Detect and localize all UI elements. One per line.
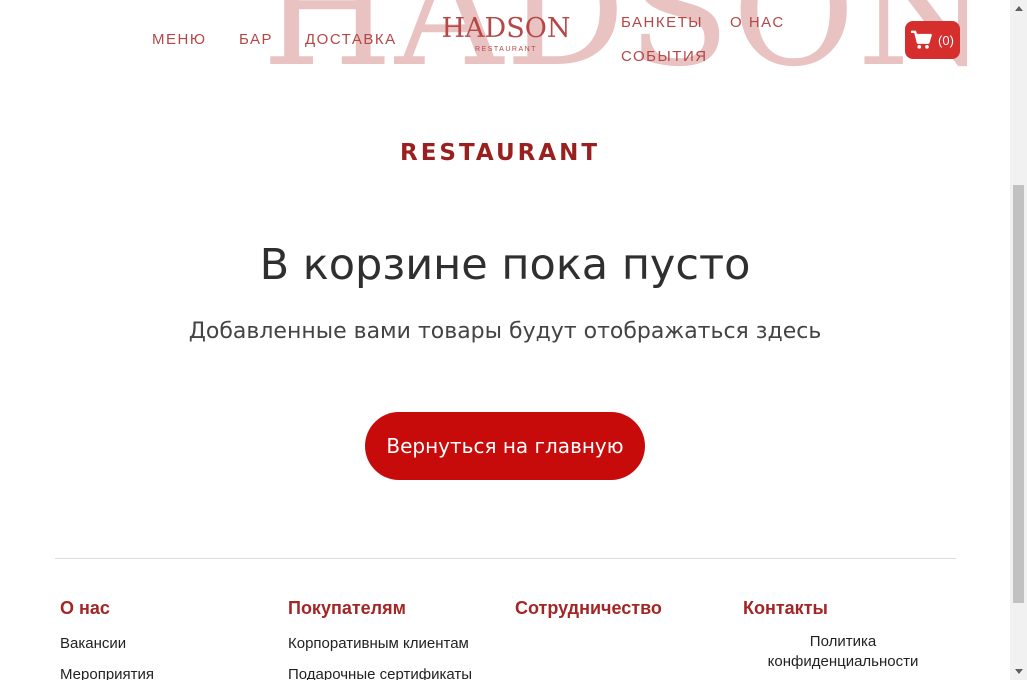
scrollbar-thumb[interactable] bbox=[1013, 185, 1024, 603]
footer-heading-about[interactable]: О нас bbox=[60, 598, 110, 619]
nav-delivery-link[interactable]: ДОСТАВКА bbox=[305, 31, 397, 48]
header-logo[interactable]: HADSON RESTAURANT bbox=[440, 14, 572, 53]
footer-divider bbox=[55, 558, 956, 559]
back-to-home-button[interactable]: Вернуться на главную bbox=[365, 412, 645, 480]
hero-logo-subtitle: RESTAURANT bbox=[400, 140, 601, 166]
nav-bar-link[interactable]: БАР bbox=[239, 31, 273, 48]
nav-menu-link[interactable]: МЕНЮ bbox=[152, 31, 207, 48]
empty-cart-subtitle: Добавленные вами товары будут отображать… bbox=[188, 319, 822, 344]
footer-heading-buyers[interactable]: Покупателям bbox=[288, 598, 406, 619]
header-logo-title: HADSON bbox=[441, 13, 571, 44]
footer-heading-cooperation[interactable]: Сотрудничество bbox=[515, 598, 662, 619]
nav-events-link[interactable]: СОБЫТИЯ bbox=[621, 48, 708, 65]
footer-link-privacy-policy[interactable]: Политика конфиденциальности bbox=[763, 632, 923, 672]
page: HADSON RESTAURANT МЕНЮ БАР ДОСТАВКА HADS… bbox=[0, 0, 1027, 680]
header-logo-subtitle: RESTAURANT bbox=[475, 45, 537, 53]
footer-link-events[interactable]: Мероприятия bbox=[60, 666, 154, 680]
nav-banquets-link[interactable]: БАНКЕТЫ bbox=[621, 14, 703, 31]
footer-link-corporate[interactable]: Корпоративным клиентам bbox=[288, 635, 469, 652]
scroll-up-arrow-icon[interactable] bbox=[1010, 0, 1027, 17]
cart-icon bbox=[911, 30, 932, 49]
footer-heading-contacts[interactable]: Контакты bbox=[743, 598, 828, 619]
vertical-scrollbar[interactable] bbox=[1010, 0, 1027, 680]
nav-about-link[interactable]: О НАС bbox=[730, 14, 785, 31]
footer-link-vacancies[interactable]: Вакансии bbox=[60, 635, 126, 652]
empty-cart-title: В корзине пока пусто bbox=[259, 240, 751, 290]
cart-button[interactable]: (0) bbox=[905, 21, 960, 59]
cart-count: (0) bbox=[938, 32, 954, 48]
footer-link-gift-cards[interactable]: Подарочные сертификаты bbox=[288, 666, 472, 680]
scroll-down-arrow-icon[interactable] bbox=[1010, 663, 1027, 680]
